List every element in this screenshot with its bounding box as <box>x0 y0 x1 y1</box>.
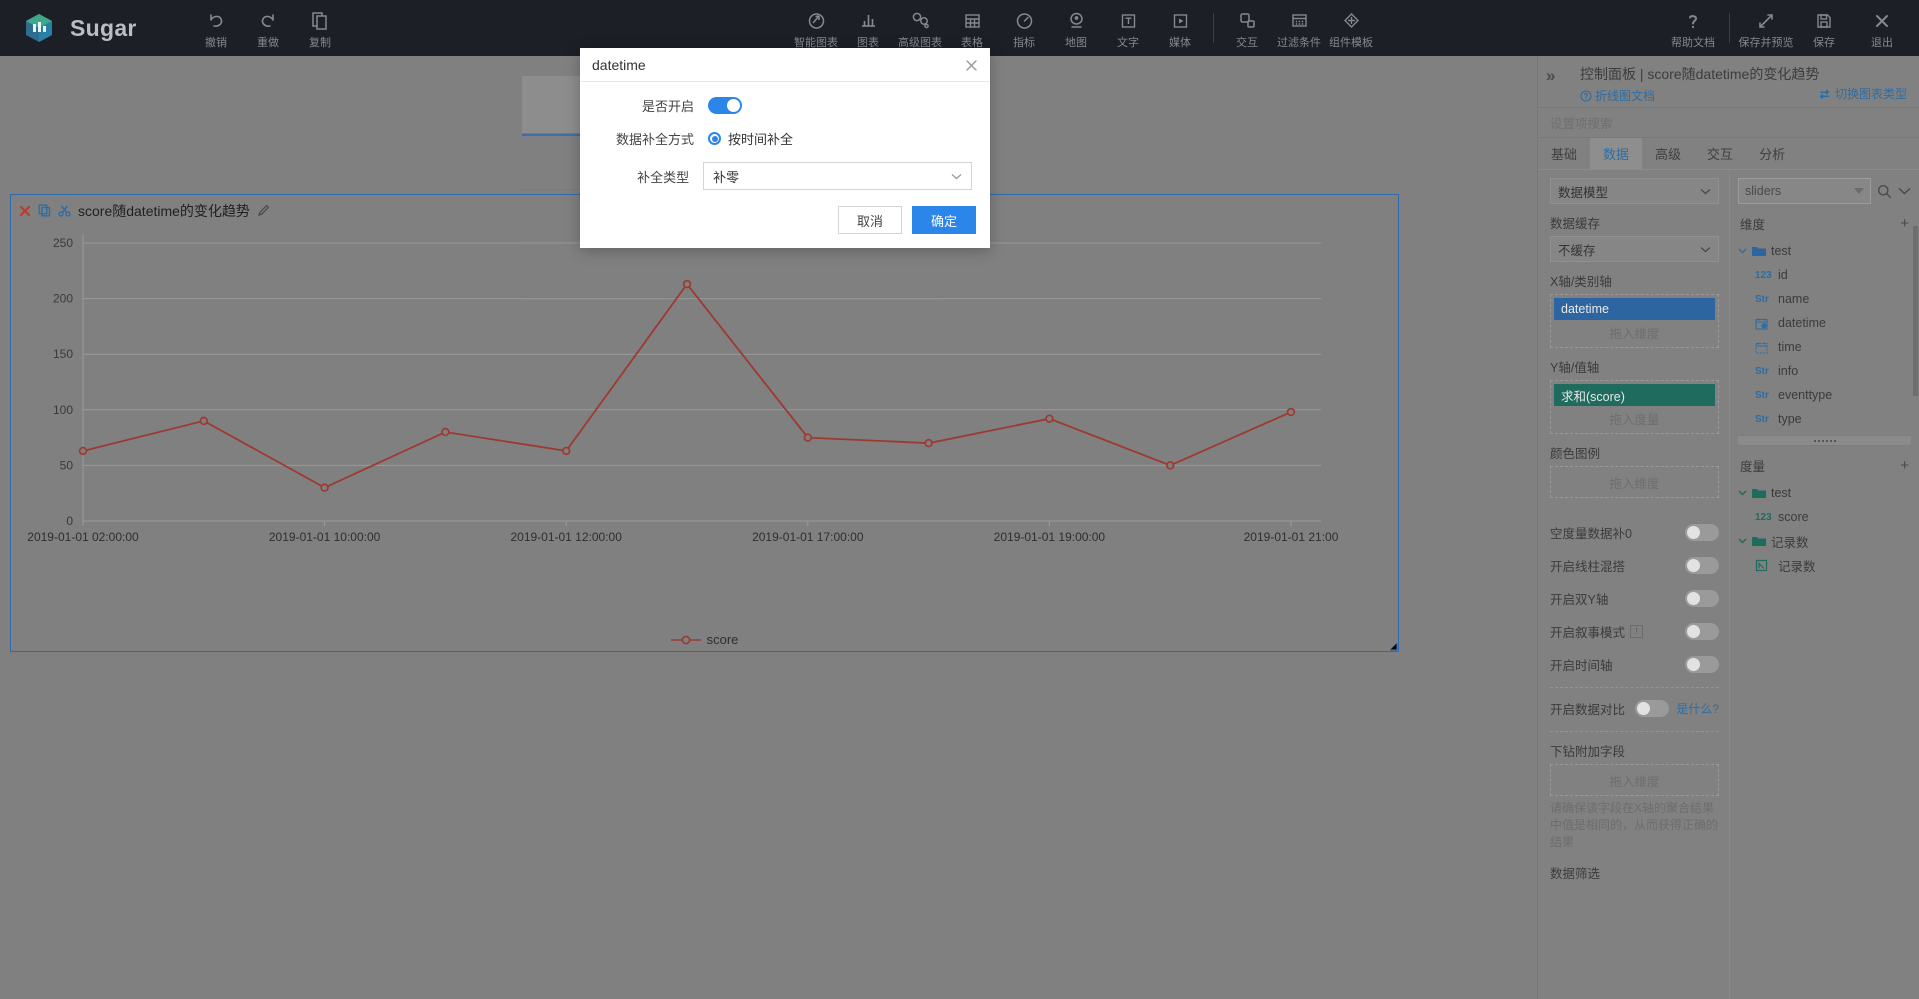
fill-type-select[interactable]: 补零 <box>703 162 972 190</box>
dialog-row-enable: 是否开启 <box>598 96 972 115</box>
fill-type-label: 补全类型 <box>637 169 690 185</box>
fill-type-select-value: 补零 <box>713 169 740 185</box>
chevron-down-icon <box>951 173 962 179</box>
dialog-row-fill-type: 补全类型 补零 <box>598 162 972 190</box>
dialog-footer: 取消 确定 <box>580 206 990 248</box>
radio-selected-icon <box>708 132 721 145</box>
enable-label: 是否开启 <box>641 99 694 114</box>
confirm-button[interactable]: 确定 <box>911 206 976 234</box>
enable-toggle-switch[interactable] <box>708 97 742 114</box>
cancel-button[interactable]: 取消 <box>837 206 902 234</box>
fill-mode-label: 数据补全方式 <box>615 132 694 147</box>
close-x-icon[interactable] <box>962 56 980 74</box>
dialog-title: datetime <box>592 56 646 73</box>
fill-mode-radio-by-time[interactable]: 按时间补全 <box>708 129 793 148</box>
dialog-body: 是否开启 数据补全方式 按时间补全 补全类型 补零 <box>580 82 990 190</box>
fill-mode-option-label: 按时间补全 <box>728 132 794 147</box>
modal-overlay: datetime 是否开启 数据补全方式 按时间补全 补全类型 补零 取消 确定 <box>0 0 1919 999</box>
dialog-header: datetime <box>580 48 990 82</box>
dialog-row-fill-mode: 数据补全方式 按时间补全 <box>598 129 972 148</box>
datetime-fill-dialog: datetime 是否开启 数据补全方式 按时间补全 补全类型 补零 取消 确定 <box>580 48 990 248</box>
